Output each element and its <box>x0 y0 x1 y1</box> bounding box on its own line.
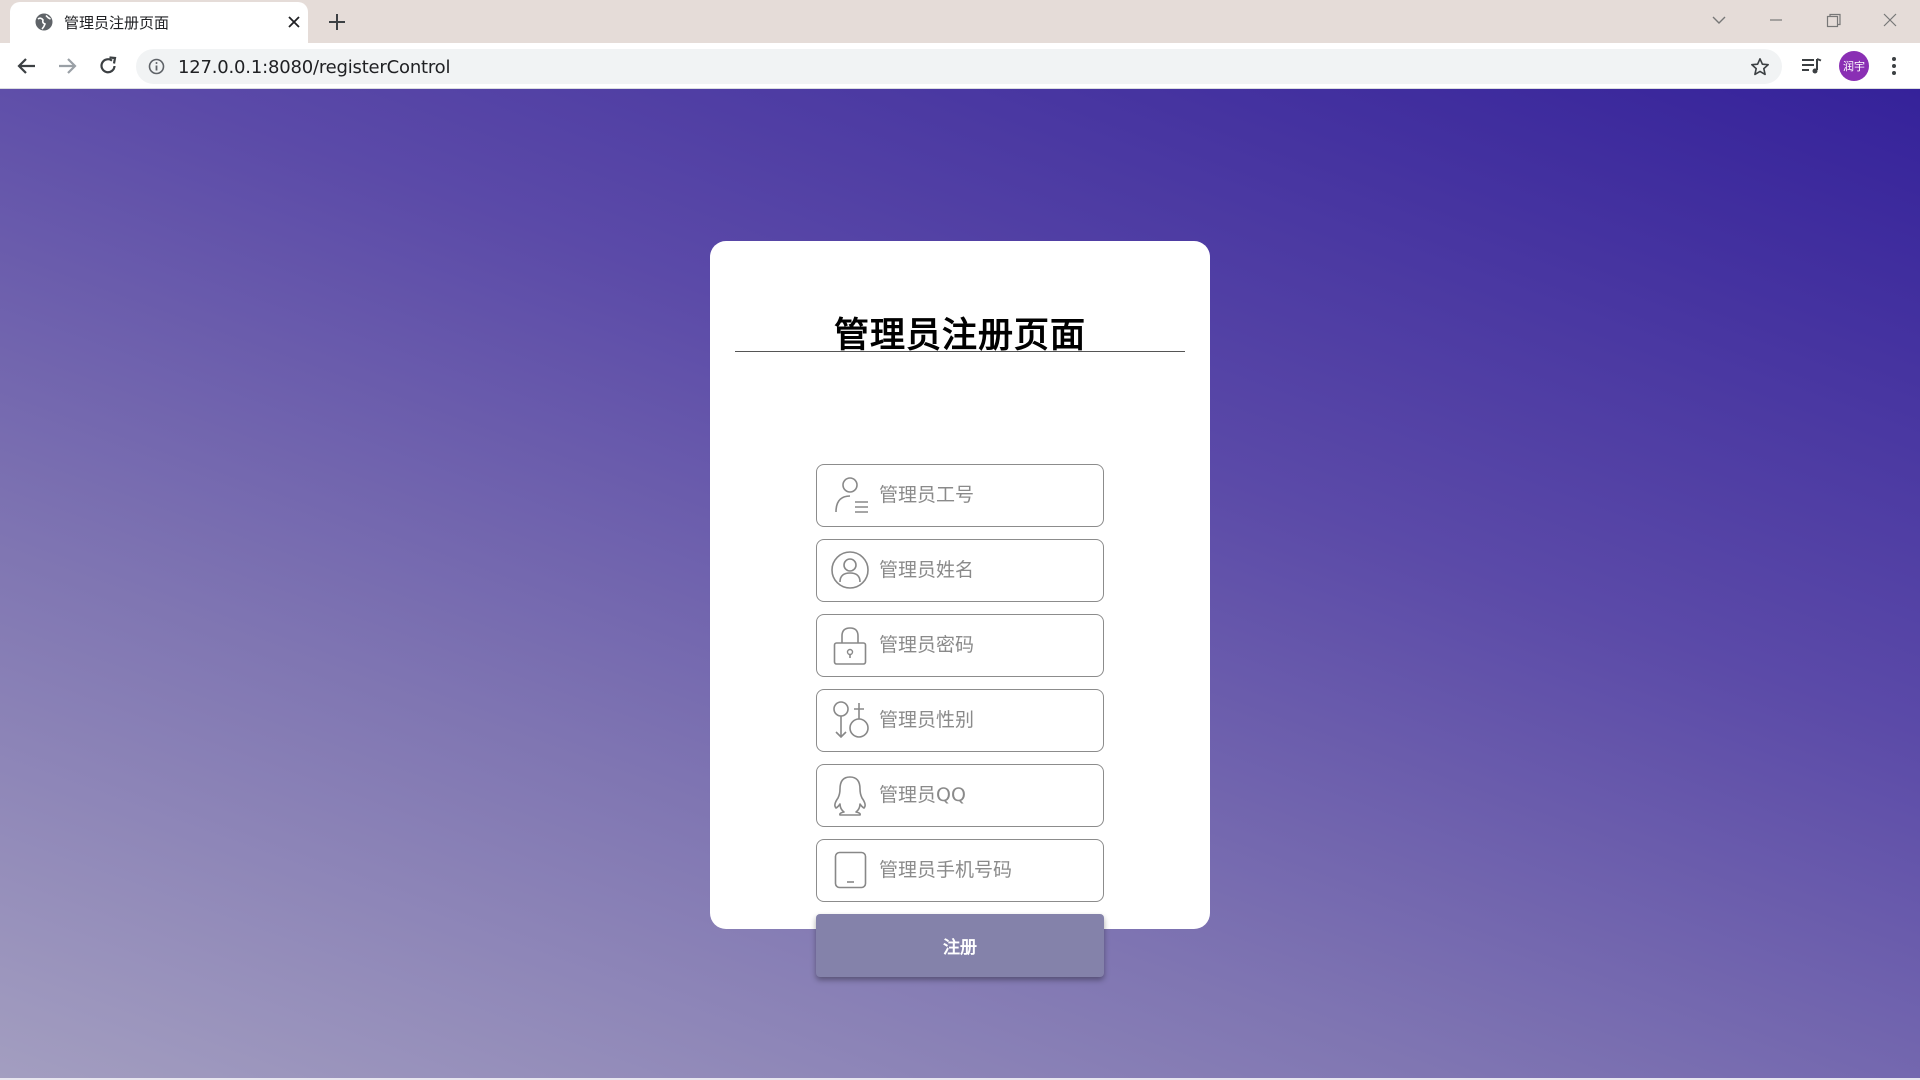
kebab-menu-icon[interactable] <box>1884 55 1904 77</box>
tab-title: 管理员注册页面 <box>64 14 170 32</box>
globe-icon <box>34 12 54 32</box>
url-text[interactable]: 127.0.0.1:8080/registerControl <box>178 57 451 78</box>
close-icon[interactable] <box>1876 8 1904 32</box>
minimize-icon[interactable] <box>1762 8 1790 32</box>
browser-toolbar: 127.0.0.1:8080/registerControl 润宇 <box>0 43 1920 89</box>
forward-arrow-icon[interactable] <box>54 53 80 79</box>
register-button[interactable]: 注册 <box>816 914 1104 977</box>
admin-phone-field[interactable] <box>816 839 1104 902</box>
qq-penguin-icon <box>831 774 873 816</box>
plus-icon[interactable] <box>326 11 348 33</box>
admin-id-input[interactable] <box>879 475 1093 515</box>
admin-password-field[interactable] <box>816 614 1104 677</box>
admin-password-input[interactable] <box>879 625 1093 665</box>
user-list-icon <box>831 474 873 516</box>
admin-name-field[interactable] <box>816 539 1104 602</box>
admin-name-input[interactable] <box>879 550 1093 590</box>
tab-strip: 管理员注册页面 <box>0 0 1920 43</box>
reload-icon[interactable] <box>95 53 121 79</box>
title-divider <box>735 351 1185 352</box>
avatar[interactable]: 润宇 <box>1839 51 1869 81</box>
chevron-down-icon[interactable] <box>1705 8 1733 32</box>
admin-phone-input[interactable] <box>879 850 1093 890</box>
back-arrow-icon[interactable] <box>14 53 40 79</box>
admin-qq-field[interactable] <box>816 764 1104 827</box>
info-icon[interactable] <box>148 58 165 75</box>
star-icon[interactable] <box>1750 57 1770 77</box>
user-circle-icon <box>831 549 873 591</box>
admin-id-field[interactable] <box>816 464 1104 527</box>
admin-qq-input[interactable] <box>879 775 1093 815</box>
address-bar[interactable]: 127.0.0.1:8080/registerControl <box>136 49 1782 84</box>
register-card: 管理员注册页面 管理员工号 管理员姓名 管理员性别 管理员QQ 管理员手机号码 … <box>710 241 1210 977</box>
restore-icon[interactable] <box>1819 8 1847 32</box>
close-icon[interactable] <box>286 14 302 30</box>
media-queue-icon[interactable] <box>1800 55 1822 77</box>
page-viewport: 管理员注册页面 管理员工号 管理员姓名 管理员性别 管理员QQ 管理员手机号码 … <box>0 89 1920 1080</box>
lock-icon <box>831 624 873 666</box>
browser-tab[interactable]: 管理员注册页面 <box>10 2 308 43</box>
mobile-phone-icon <box>831 849 873 891</box>
admin-gender-input[interactable] <box>879 700 1093 740</box>
admin-gender-field[interactable] <box>816 689 1104 752</box>
gender-icon <box>831 699 873 741</box>
